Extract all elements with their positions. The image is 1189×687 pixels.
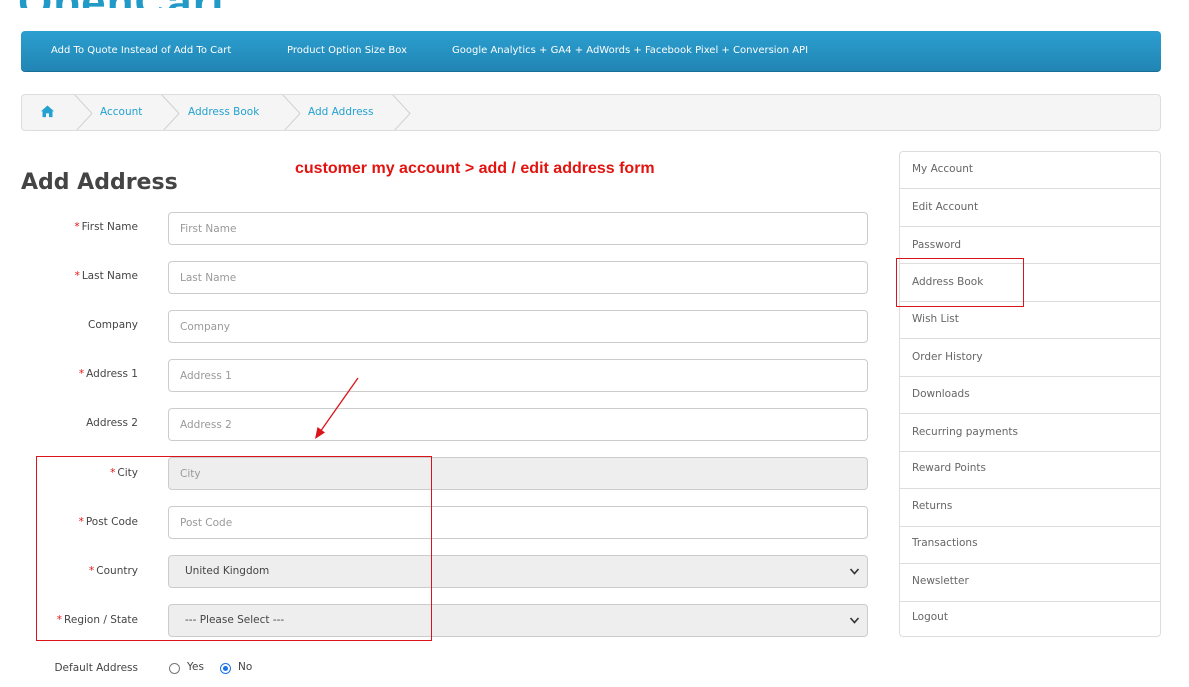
first-name-label: * First Name [74, 221, 138, 233]
post-code-label: * Post Code [78, 516, 138, 528]
country-select[interactable]: United Kingdom [168, 555, 868, 588]
country-label: * Country [89, 565, 138, 577]
annotation-arrow-icon [315, 377, 359, 439]
breadcrumb-separator [161, 95, 180, 130]
breadcrumb-address-book[interactable]: Address Book [188, 106, 259, 118]
sidebar-item-order-history[interactable]: Order History [900, 339, 1160, 377]
address-1-label: * Address 1 [78, 368, 138, 380]
breadcrumb-add-address[interactable]: Add Address [308, 106, 373, 118]
sidebar-item-wish-list[interactable]: Wish List [900, 302, 1160, 339]
address-2-input[interactable] [168, 408, 868, 441]
address-1-input[interactable] [168, 359, 868, 392]
menu-item-product-option-size-box[interactable]: Product Option Size Box [287, 45, 407, 56]
default-address-yes-label[interactable]: Yes [187, 661, 204, 673]
address-2-label: Address 2 [86, 417, 138, 429]
sidebar-item-logout[interactable]: Logout [900, 602, 1160, 637]
region-selected-value: --- Please Select --- [185, 614, 285, 626]
sidebar-item-password[interactable]: Password [900, 227, 1160, 264]
menu-item-add-to-quote[interactable]: Add To Quote Instead of Add To Cart [51, 45, 231, 56]
account-sidebar: My Account Edit Account Password Address… [899, 151, 1161, 637]
city-input[interactable] [168, 457, 868, 490]
breadcrumb-separator [282, 95, 301, 130]
sidebar-item-newsletter[interactable]: Newsletter [900, 564, 1160, 602]
breadcrumb-separator [74, 95, 93, 130]
country-selected-value: United Kingdom [185, 565, 270, 577]
region-select[interactable]: --- Please Select --- [168, 604, 868, 637]
annotation-text: customer my account > add / edit address… [295, 160, 655, 177]
default-address-no-radio[interactable] [220, 663, 231, 674]
post-code-input[interactable] [168, 506, 868, 539]
home-icon[interactable] [41, 105, 54, 118]
sidebar-item-transactions[interactable]: Transactions [900, 527, 1160, 564]
sidebar-item-my-account[interactable]: My Account [900, 152, 1160, 189]
sidebar-item-reward-points[interactable]: Reward Points [900, 452, 1160, 489]
city-label: * City [110, 467, 138, 479]
default-address-yes-radio[interactable] [169, 663, 180, 674]
breadcrumb-account[interactable]: Account [100, 106, 142, 118]
sidebar-item-recurring-payments[interactable]: Recurring payments [900, 414, 1160, 452]
menu-item-google-analytics[interactable]: Google Analytics + GA4 + AdWords + Faceb… [452, 45, 808, 56]
sidebar-item-address-book[interactable]: Address Book [900, 264, 1160, 302]
last-name-label: * Last Name [74, 270, 138, 282]
chevron-down-icon [849, 617, 860, 624]
sidebar-item-edit-account[interactable]: Edit Account [900, 189, 1160, 227]
site-logo[interactable]: OpenCart [18, 0, 226, 8]
chevron-down-icon [849, 568, 860, 575]
default-address-no-label[interactable]: No [238, 661, 252, 673]
first-name-input[interactable] [168, 212, 868, 245]
default-address-label: Default Address [54, 662, 138, 674]
region-label: * Region / State [56, 614, 138, 626]
breadcrumb-separator [392, 95, 411, 130]
last-name-input[interactable] [168, 261, 868, 294]
page-title: Add Address [21, 170, 178, 195]
company-label: Company [88, 319, 138, 331]
logo-text: OpenCart [18, 0, 226, 8]
sidebar-item-downloads[interactable]: Downloads [900, 377, 1160, 414]
sidebar-item-returns[interactable]: Returns [900, 489, 1160, 527]
top-menu: Add To Quote Instead of Add To Cart Prod… [21, 31, 1161, 72]
company-input[interactable] [168, 310, 868, 343]
breadcrumb: Account Address Book Add Address [21, 94, 1161, 131]
